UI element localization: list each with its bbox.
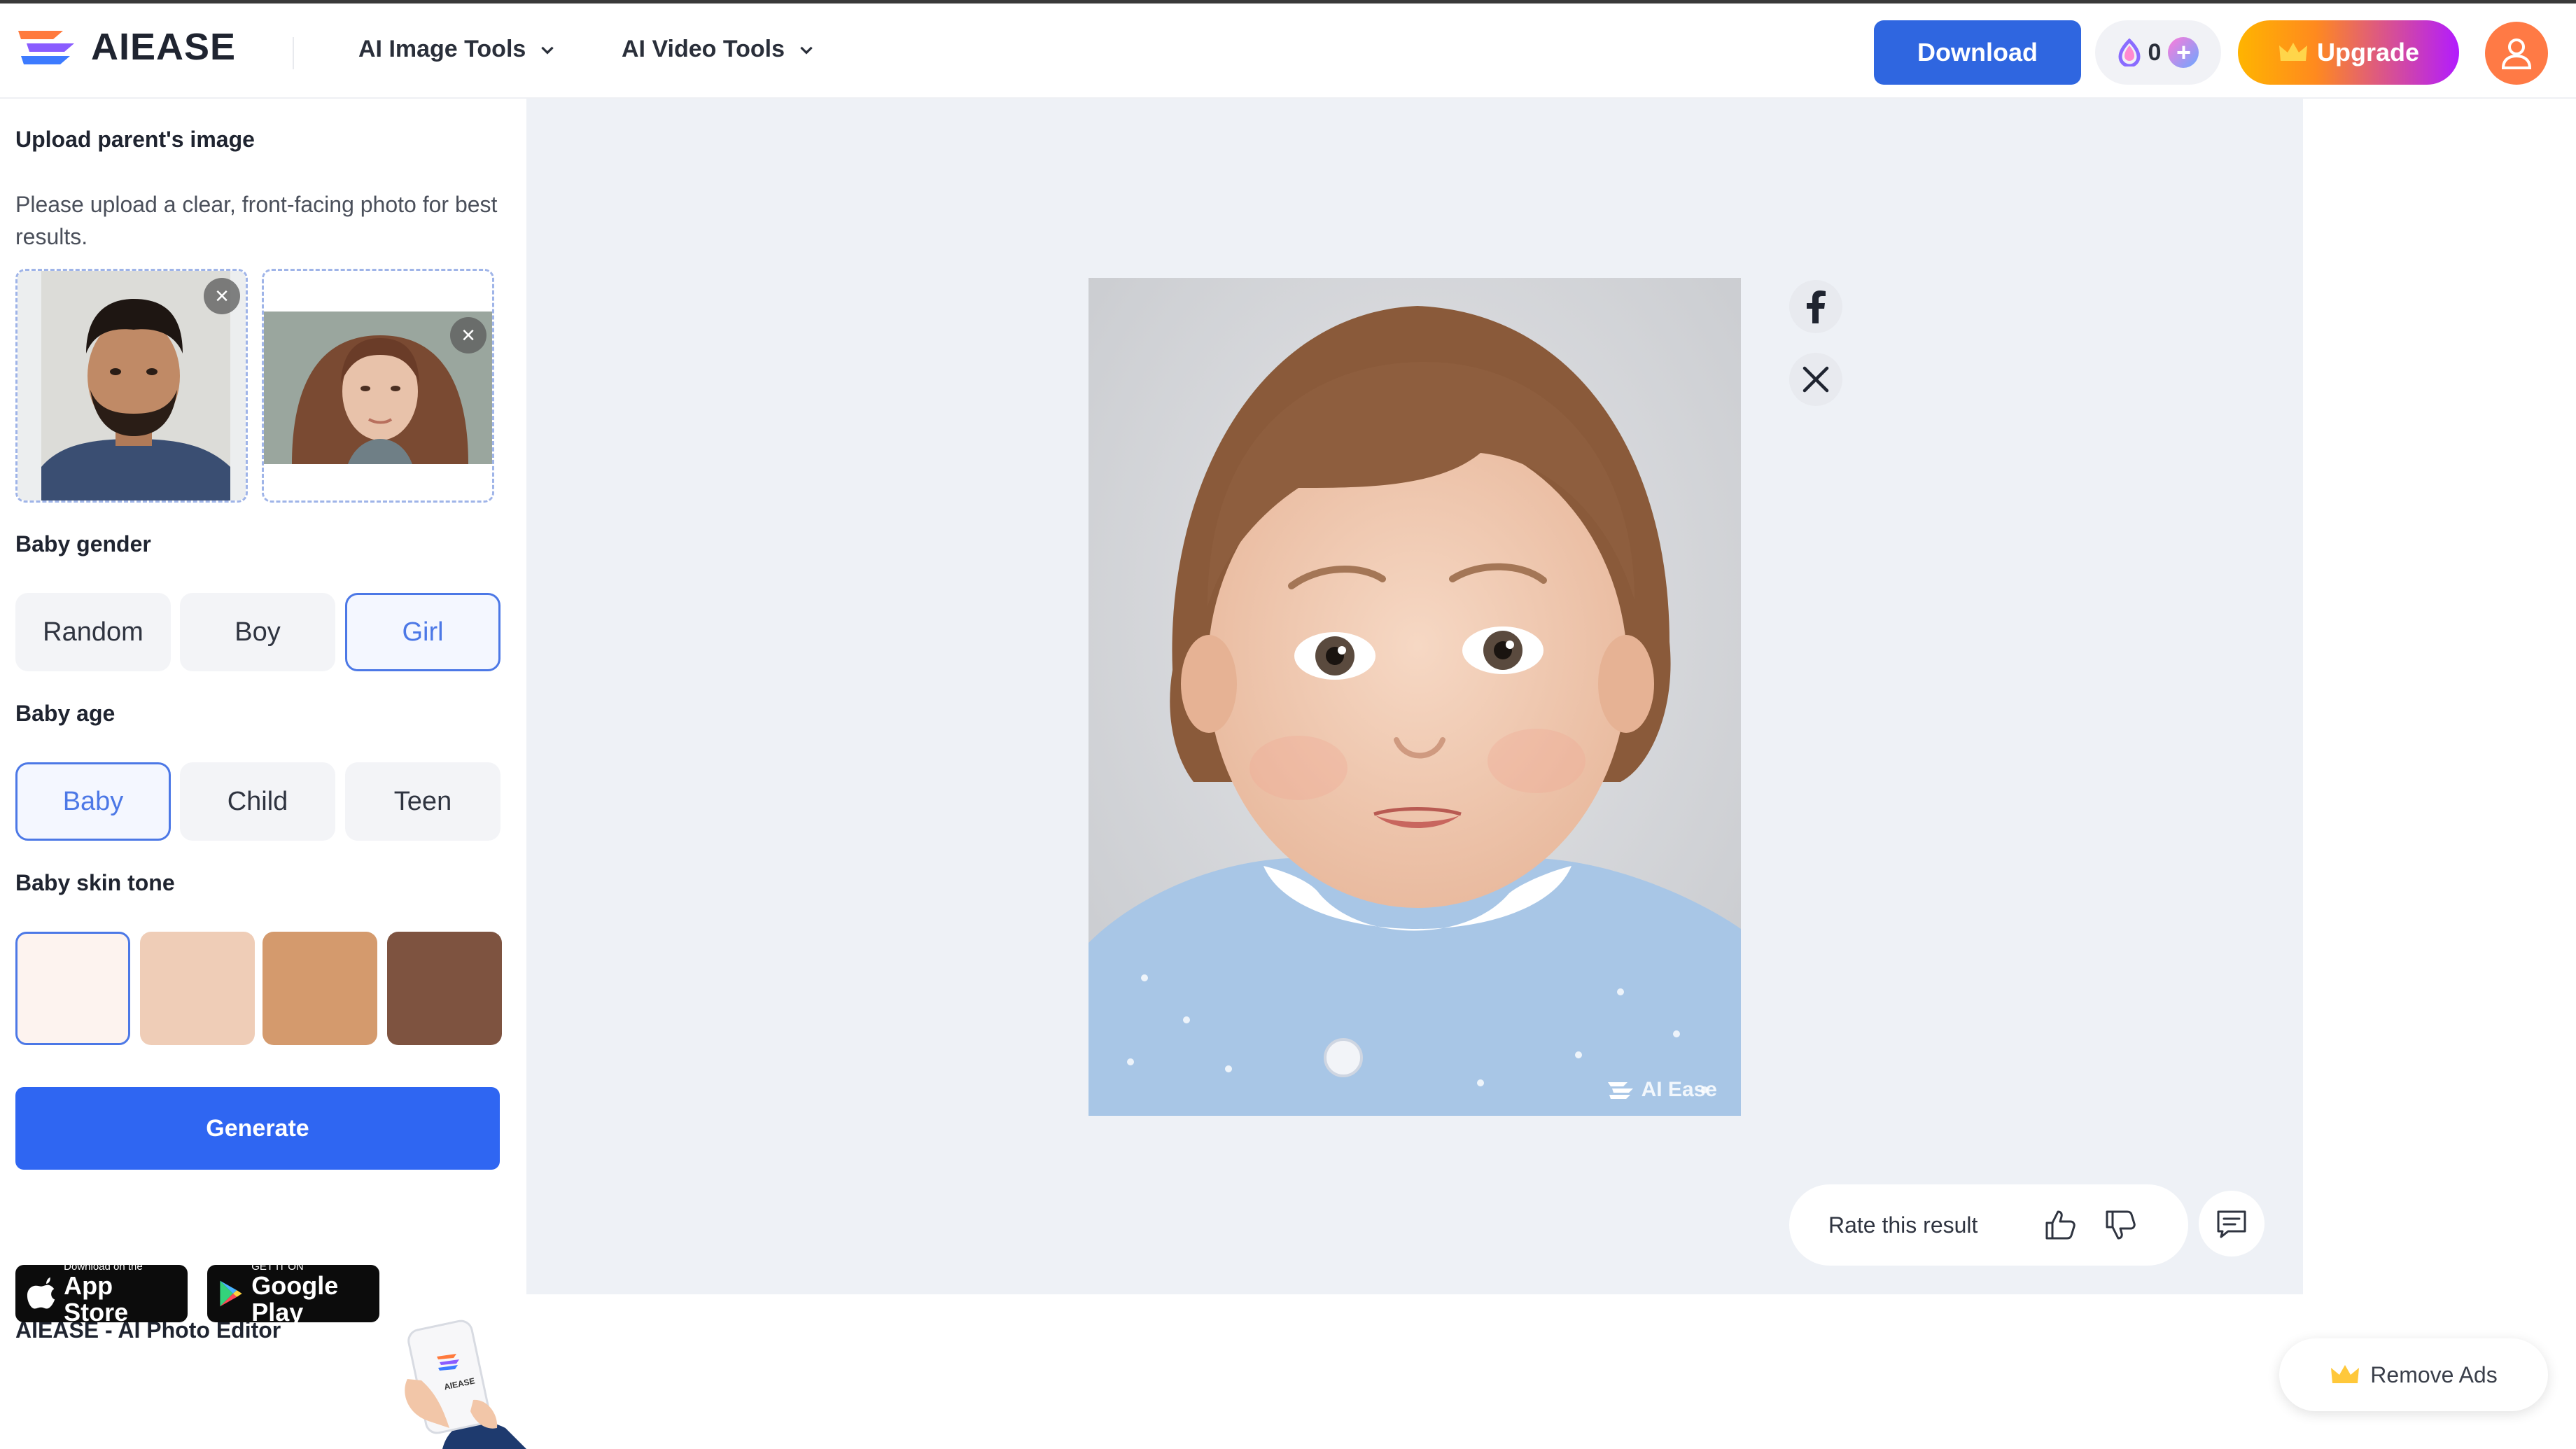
upload-description: Please upload a clear, front-facing phot…: [15, 192, 498, 249]
x-twitter-icon: [1802, 366, 1829, 393]
crown-icon: [2278, 43, 2307, 61]
google-play-icon: [220, 1280, 242, 1307]
facebook-icon: [1807, 290, 1826, 323]
aiease-logo-icon: [18, 31, 74, 64]
watermark-logo-icon: [1607, 1082, 1633, 1099]
watermark: AI Ease: [1606, 1078, 1717, 1102]
thumbs-down-icon[interactable]: [2103, 1208, 2138, 1242]
chevron-down-icon: [800, 46, 813, 55]
google-play-text: GET IT ON Google Play: [251, 1261, 368, 1326]
upgrade-button[interactable]: Upgrade: [2238, 20, 2459, 85]
user-avatar[interactable]: [2485, 22, 2548, 85]
remove-ads-label: Remove Ads: [2370, 1362, 2498, 1387]
app-promo-illustration: AIEASE: [400, 1316, 526, 1449]
mother-photo: [264, 271, 492, 500]
gender-title: Baby gender: [15, 531, 151, 556]
app-store-badge[interactable]: Download on the App Store: [15, 1261, 188, 1326]
app-store-text: Download on the App Store: [64, 1261, 176, 1326]
apple-icon: [27, 1277, 55, 1309]
gender-option-girl[interactable]: Girl: [345, 593, 500, 671]
age-title: Baby age: [15, 701, 115, 726]
upgrade-label: Upgrade: [2316, 38, 2420, 66]
logo-text: AIEASE: [91, 26, 237, 68]
logo[interactable]: AIEASE: [14, 22, 236, 72]
skin-tone-title: Baby skin tone: [15, 870, 175, 895]
nav-label: AI Video Tools: [622, 36, 785, 62]
remove-photo-1-icon[interactable]: ×: [204, 278, 240, 314]
skin-tone-swatch-1[interactable]: [15, 932, 130, 1045]
user-icon: [2501, 38, 2532, 69]
credit-gem-icon: [2118, 38, 2141, 66]
generated-baby-image: AI Ease: [1088, 278, 1741, 1116]
google-play-badge[interactable]: GET IT ON Google Play: [207, 1261, 379, 1326]
age-option-teen[interactable]: Teen: [345, 762, 500, 841]
upload-title: Upload parent's image: [15, 127, 255, 152]
nav-ai-video-tools[interactable]: AI Video Tools: [622, 36, 816, 63]
remove-ads-button[interactable]: Remove Ads: [2279, 1338, 2548, 1411]
top-header: AIEASE AI Image Tools AI Video Tools Dow…: [0, 4, 2576, 99]
watermark-text: AI Ease: [1641, 1078, 1717, 1101]
age-option-baby[interactable]: Baby: [15, 762, 171, 841]
download-button[interactable]: Download: [1874, 20, 2081, 85]
crown-icon: [2331, 1365, 2360, 1383]
comment-icon: [2217, 1210, 2246, 1238]
app-store-big: App Store: [64, 1271, 129, 1326]
feedback-button[interactable]: [2199, 1191, 2264, 1256]
thumbs-up-icon[interactable]: [2043, 1208, 2078, 1242]
skin-tone-swatch-4[interactable]: [387, 932, 502, 1045]
generate-button[interactable]: Generate: [15, 1087, 500, 1170]
header-divider: [293, 37, 294, 69]
google-play-big: Google Play: [251, 1271, 339, 1326]
settings-sidebar: Upload parent's image Please upload a cl…: [0, 99, 526, 1449]
nav-ai-image-tools[interactable]: AI Image Tools: [358, 36, 556, 63]
skin-tone-swatch-3[interactable]: [262, 932, 377, 1045]
share-facebook-button[interactable]: [1789, 280, 1842, 333]
credits-count: 0: [2148, 38, 2162, 66]
gender-option-random[interactable]: Random: [15, 593, 171, 671]
parent-1-upload[interactable]: ×: [15, 269, 248, 503]
remove-photo-2-icon[interactable]: ×: [450, 317, 486, 354]
share-x-button[interactable]: [1789, 353, 1842, 406]
skin-tone-swatch-2[interactable]: [140, 932, 255, 1045]
age-option-child[interactable]: Child: [180, 762, 335, 841]
credits-pill[interactable]: 0 +: [2095, 20, 2221, 85]
nav-label: AI Image Tools: [358, 36, 526, 62]
chevron-down-icon: [541, 46, 554, 55]
add-credits-icon[interactable]: +: [2168, 37, 2199, 68]
baby-portrait: [1088, 278, 1741, 1116]
rate-label: Rate this result: [1828, 1212, 1978, 1238]
parent-2-upload[interactable]: ×: [262, 269, 494, 503]
gender-option-boy[interactable]: Boy: [180, 593, 335, 671]
rating-bar: Rate this result: [1789, 1184, 2188, 1266]
